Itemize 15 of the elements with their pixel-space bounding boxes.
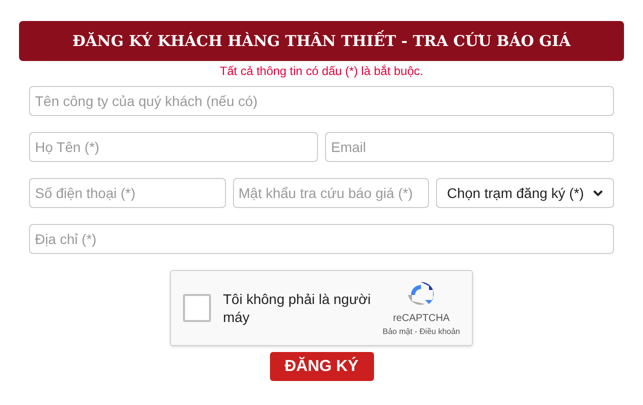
required-note: Tất cả thông tin có dấu (*) là bắt buộc.: [218, 64, 424, 78]
captcha-checkbox[interactable]: [183, 294, 211, 322]
captcha-label: Tôi không phải là người máy: [223, 290, 372, 326]
input-field[interactable]: Tên công ty của quý khách (nếu có): [29, 86, 614, 116]
input-field[interactable]: Họ Tên (*): [29, 132, 318, 162]
input-field[interactable]: Mật khẩu tra cứu báo giá (*): [232, 178, 429, 208]
input-field[interactable]: Email: [325, 132, 614, 162]
page-title: ĐĂNG KÝ KHÁCH HÀNG THÂN THIẾT - TRA CỨU BÁO GIÁ: [72, 30, 571, 52]
input-field[interactable]: Địa chỉ (*): [29, 224, 614, 254]
captcha-links[interactable]: Bảo mật - Điều khoản: [382, 327, 460, 337]
station-select[interactable]: Chọn trạm đăng ký (*): [436, 178, 614, 208]
captcha-brand: reCAPTCHA: [392, 313, 450, 325]
input-field[interactable]: Số điện thoại (*): [29, 178, 226, 208]
register-button[interactable]: ĐĂNG KÝ: [270, 352, 374, 381]
chevron-down-icon: [593, 190, 603, 196]
